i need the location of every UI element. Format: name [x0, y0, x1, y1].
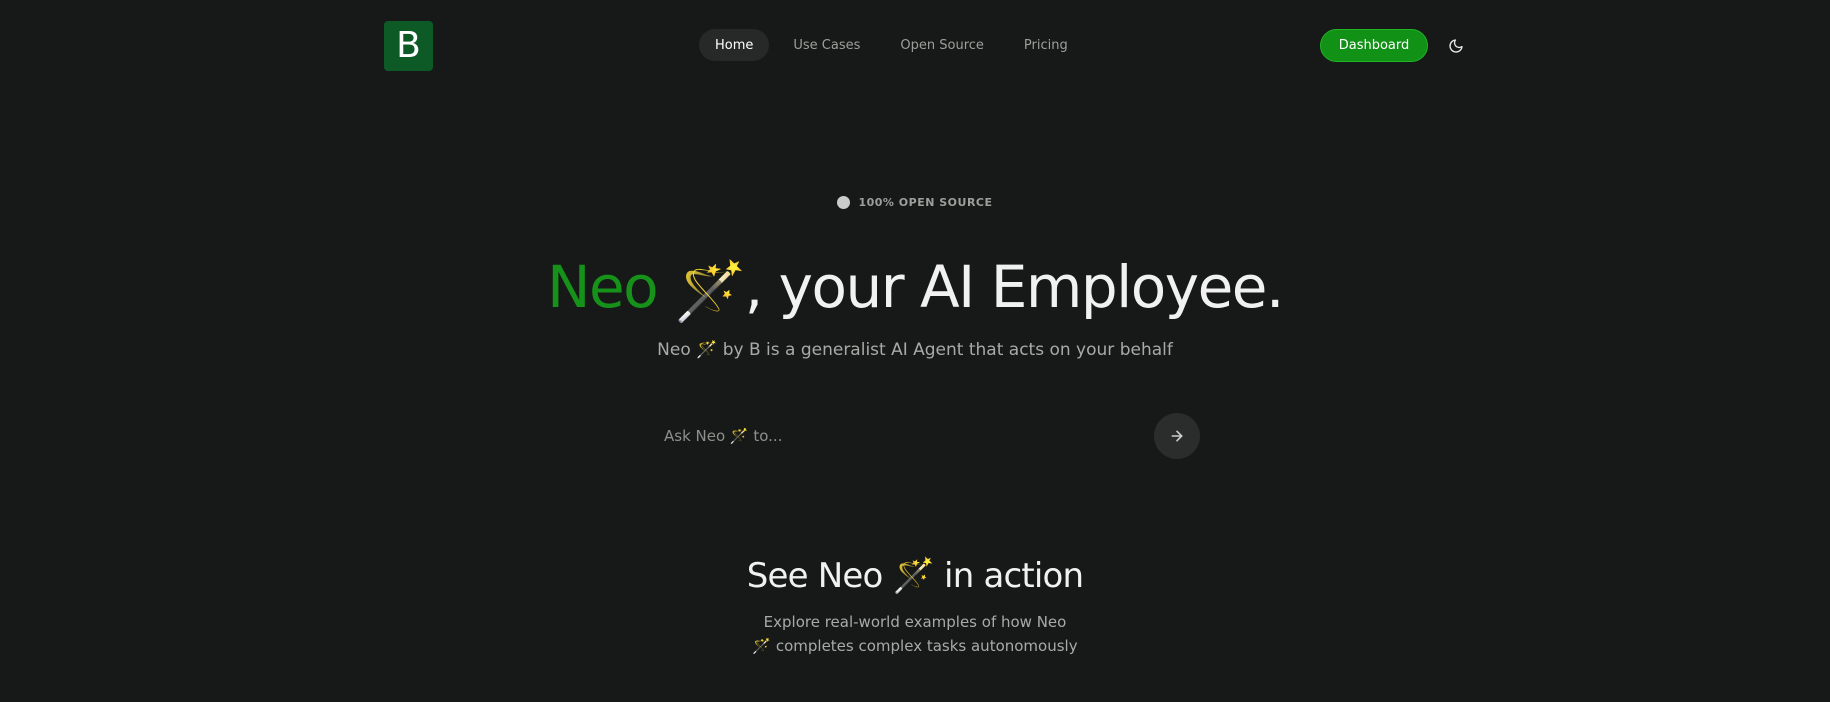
section-description-line: Explore real-world examples of how Neo [763, 613, 1067, 631]
arrow-right-icon [1171, 430, 1183, 442]
badge-dot-icon [837, 195, 851, 209]
nav-home[interactable]: Home [699, 29, 770, 61]
logo[interactable]: B [384, 21, 433, 71]
ask-box [650, 411, 1202, 461]
page: B Home Use Cases Open Source Pricing Das… [0, 0, 1830, 702]
nav-open-source[interactable]: Open Source [884, 29, 1000, 61]
open-source-badge: 100% OPEN SOURCE [0, 192, 1830, 212]
hero-title-brand: Neo [547, 253, 659, 321]
send-button[interactable] [1154, 413, 1200, 459]
moon-icon [1449, 39, 1463, 53]
badge-label: 100% OPEN SOURCE [858, 195, 993, 209]
theme-toggle-button[interactable] [1444, 34, 1468, 58]
dashboard-button[interactable]: Dashboard [1320, 29, 1428, 62]
magic-wand-icon: 🪄 [696, 340, 718, 360]
nav-pricing[interactable]: Pricing [1008, 29, 1084, 61]
hero-subtitle: Neo 🪄 by B is a generalist AI Agent that… [0, 340, 1830, 360]
section-title: See Neo 🪄 in action [0, 556, 1830, 596]
magic-wand-icon: 🪄 [892, 556, 935, 596]
magic-wand-icon: 🪄 [674, 256, 746, 325]
hero-subtitle-text: by B is a generalist AI Agent that acts … [722, 340, 1173, 360]
hero-title: Neo 🪄, your AI Employee. [0, 250, 1830, 328]
section-title-prefix: See Neo [746, 556, 884, 596]
hero-title-rest: , your AI Employee. [744, 253, 1285, 321]
hero-subtitle-prefix: Neo [657, 340, 691, 360]
logo-letter: B [396, 25, 421, 66]
top-navbar: B Home Use Cases Open Source Pricing Das… [0, 0, 1830, 92]
nav-use-cases[interactable]: Use Cases [777, 29, 876, 61]
section-title-suffix: in action [944, 556, 1084, 596]
section-description: Explore real-world examples of how Neo 🪄… [715, 610, 1115, 658]
main-nav: Home Use Cases Open Source Pricing [699, 29, 1084, 61]
section-description-line: 🪄 completes complex tasks autonomously [752, 637, 1078, 655]
ask-neo-input[interactable] [650, 411, 1130, 461]
